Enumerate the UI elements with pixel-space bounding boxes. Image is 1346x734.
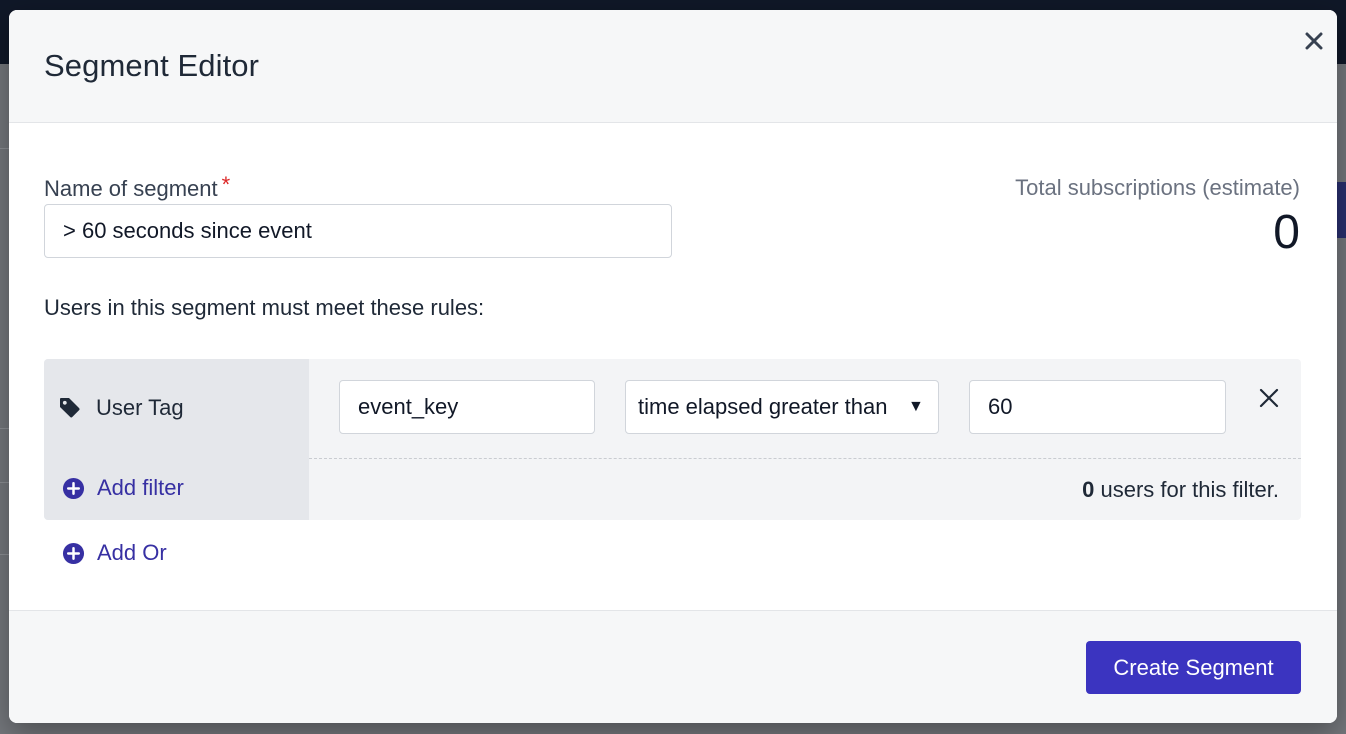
filter-user-count-text: users for this filter. [1094,477,1279,502]
close-icon [1259,388,1279,408]
close-button[interactable] [1300,26,1328,56]
filter-divider [309,458,1301,459]
segment-editor-modal: Segment Editor Name of segment* Total su… [9,10,1337,723]
rules-label: Users in this segment must meet these ru… [44,295,485,320]
operator-selected-value: time elapsed greater than [638,394,888,419]
background-button-edge [1337,182,1346,238]
modal-footer: Create Segment [9,610,1337,723]
segment-name-label: Name of segment * [44,172,230,202]
rule-side-panel: User Tag Add filter [44,359,309,520]
tag-value-input[interactable] [969,380,1226,434]
required-marker: * [221,172,231,197]
tag-icon [60,398,80,418]
rule-group: User Tag Add filter time elapsed greater… [44,359,1301,520]
modal-header: Segment Editor [9,10,1337,123]
modal-title: Segment Editor [44,48,260,83]
plus-circle-icon [62,477,85,499]
rule-type-label: User Tag [96,395,184,420]
add-filter-button[interactable]: Add filter [62,475,184,501]
segment-name-input[interactable] [44,204,672,258]
add-filter-label: Add filter [97,475,184,500]
tag-key-input[interactable] [339,380,595,434]
plus-circle-icon [62,542,85,564]
caret-down-icon: ▼ [908,398,924,415]
add-or-button[interactable]: Add Or [62,540,167,566]
background-divider [0,148,9,149]
rule-type: User Tag [58,395,184,421]
modal-body: Name of segment* Total subscriptions (es… [9,123,1337,610]
filter-user-count: 0 users for this filter. [1082,477,1279,503]
background-divider [0,482,9,483]
close-icon [1305,32,1323,50]
estimate-label: Total subscriptions (estimate) [1015,175,1300,200]
remove-filter-button[interactable] [1255,384,1283,412]
add-or-label: Add Or [97,540,167,565]
background-divider [0,428,9,429]
background-divider [0,554,9,555]
estimate-value: 0 [1273,206,1300,259]
create-segment-button[interactable]: Create Segment [1086,641,1301,694]
filter-user-count-number: 0 [1082,477,1095,502]
segment-name-label-text: Name of segment [44,176,218,201]
operator-select[interactable]: time elapsed greater than ▼ [625,380,939,434]
